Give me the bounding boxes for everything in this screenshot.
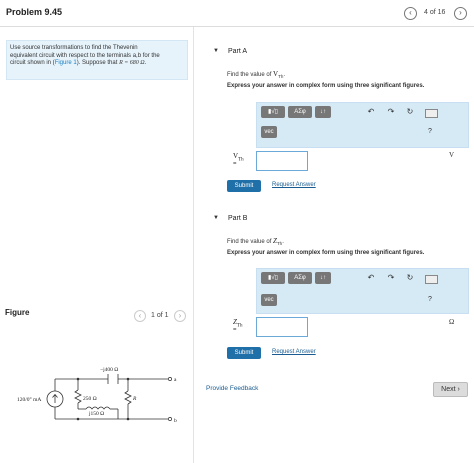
collapse-triangle-icon[interactable]: ▼ <box>213 215 219 221</box>
terminal-a-label: a <box>174 377 177 383</box>
part-a-answer-input[interactable] <box>256 151 308 171</box>
source-label: 120/0° mA <box>17 396 41 403</box>
part-b-template-button[interactable]: ▮√▯ <box>261 272 285 284</box>
figure-link[interactable]: Figure 1 <box>55 60 77 66</box>
problem-period: . <box>144 60 147 66</box>
part-b-vec-button[interactable]: vec <box>261 294 277 306</box>
part-b-equals: = <box>233 327 237 333</box>
problem-pager: 4 of 16 <box>424 9 446 16</box>
part-a-submit-button[interactable]: Submit <box>227 180 261 192</box>
problem-line-3-pre: circuit shown in ( <box>10 60 55 66</box>
r-value: R = 680 Ω <box>119 60 145 66</box>
collapse-triangle-icon[interactable]: ▼ <box>213 48 219 54</box>
part-b-arrows-button[interactable]: ↓↑ <box>315 272 331 284</box>
part-b-var-sub: Th <box>236 323 243 329</box>
figure-label: Figure <box>5 308 30 317</box>
part-b-help-icon[interactable]: ? <box>426 296 434 303</box>
part-a-vec-button[interactable]: vec <box>261 126 277 138</box>
top-bar <box>0 0 474 27</box>
next-problem-button[interactable]: › <box>454 7 467 20</box>
part-a-equals: = <box>233 161 237 167</box>
part-a-title: Part A <box>228 48 248 55</box>
part-b-question-pre: Find the value of <box>227 239 274 245</box>
next-button[interactable]: Next › <box>433 382 468 397</box>
part-a-redo-icon[interactable]: ↷ <box>386 107 396 116</box>
figure-next-button[interactable]: › <box>174 310 186 322</box>
part-b-greek-button[interactable]: ΑΣφ <box>288 272 312 284</box>
part-a-request-answer-link[interactable]: Request Answer <box>272 182 316 188</box>
part-b-answer-input[interactable] <box>256 317 308 337</box>
part-a-reset-icon[interactable]: ↻ <box>405 107 415 116</box>
resistor-250-label: 250 Ω <box>83 396 97 402</box>
part-a-undo-icon[interactable]: ↶ <box>366 107 376 116</box>
part-a-var-sub: Th <box>238 157 244 163</box>
part-a-question: Find the value of VTh. <box>227 70 285 79</box>
part-b-undo-icon[interactable]: ↶ <box>366 273 376 282</box>
capacitor-label: −j400 Ω <box>100 367 118 373</box>
part-b-title: Part B <box>228 215 248 222</box>
part-a-unit: V <box>449 151 455 159</box>
panel-divider <box>193 27 194 463</box>
part-b-request-answer-link[interactable]: Request Answer <box>272 349 316 355</box>
part-a-question-pre: Find the value of <box>227 72 274 78</box>
part-a-greek-button[interactable]: ΑΣφ <box>288 106 312 118</box>
problem-line-3-post: ). Suppose that <box>76 60 120 66</box>
circuit-diagram: 120/0° mA −j400 Ω 250 Ω j150 Ω R a b <box>17 367 177 424</box>
inductor-label: j150 Ω <box>88 411 104 417</box>
part-b-redo-icon[interactable]: ↷ <box>386 273 396 282</box>
problem-line-1: Use source transformations to find the T… <box>10 45 138 51</box>
terminal-b-label: b <box>174 418 177 424</box>
page-title: Problem 9.45 <box>6 7 63 17</box>
resistor-r-label: R <box>132 396 137 402</box>
problem-line-3: circuit shown in (Figure 1). Suppose tha… <box>10 60 182 68</box>
part-a-keyboard-icon[interactable] <box>425 109 438 118</box>
part-a-arrows-button[interactable]: ↓↑ <box>315 106 331 118</box>
problem-statement: Use source transformations to find the T… <box>10 45 182 68</box>
part-b-instruction: Express your answer in complex form usin… <box>227 250 425 256</box>
provide-feedback-link[interactable]: Provide Feedback <box>206 385 258 392</box>
prev-problem-button[interactable]: ‹ <box>404 7 417 20</box>
part-a-template-button[interactable]: ▮√▯ <box>261 106 285 118</box>
part-a-instruction: Express your answer in complex form usin… <box>227 83 425 89</box>
part-b-unit: Ω <box>449 318 455 326</box>
part-a-help-icon[interactable]: ? <box>426 128 434 135</box>
part-b-keyboard-icon[interactable] <box>425 275 438 284</box>
part-b-reset-icon[interactable]: ↻ <box>405 273 415 282</box>
part-b-submit-button[interactable]: Submit <box>227 347 261 359</box>
figure-pager: 1 of 1 <box>151 312 169 319</box>
part-a-question-post: . <box>283 72 286 78</box>
part-b-question: Find the value of ZTh. <box>227 237 284 246</box>
problem-line-2: equivalent circuit with respect to the t… <box>10 52 160 59</box>
figure-prev-button[interactable]: ‹ <box>134 310 146 322</box>
part-b-question-post: . <box>282 239 284 245</box>
